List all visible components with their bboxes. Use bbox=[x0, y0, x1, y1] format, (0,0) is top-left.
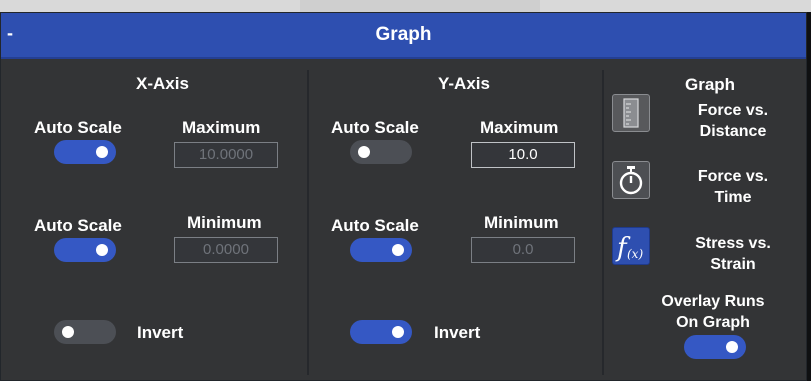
toggle-knob bbox=[726, 341, 738, 353]
x-min-auto-scale-toggle[interactable] bbox=[54, 238, 116, 262]
y-invert-label: Invert bbox=[434, 323, 481, 342]
x-min-auto-scale-label: Auto Scale bbox=[34, 216, 122, 235]
x-invert-label: Invert bbox=[137, 323, 184, 342]
toggle-knob bbox=[96, 146, 108, 158]
y-invert-toggle[interactable] bbox=[350, 320, 412, 344]
stress-vs-strain-label: Stress vs. Strain bbox=[678, 233, 788, 275]
option-line: Force vs. bbox=[697, 168, 769, 185]
x-max-auto-scale-toggle[interactable] bbox=[54, 140, 116, 164]
toggle-knob bbox=[392, 244, 404, 256]
x-axis-heading: X-Axis bbox=[136, 74, 189, 93]
top-window-edge-shade bbox=[300, 0, 540, 12]
toggle-knob bbox=[392, 326, 404, 338]
fx-icon: f (x) bbox=[615, 233, 643, 263]
y-maximum-label: Maximum bbox=[480, 118, 559, 137]
toggle-knob bbox=[358, 146, 370, 158]
overlay-line: On Graph bbox=[676, 314, 750, 331]
y-minimum-field[interactable]: 0.0 bbox=[471, 237, 575, 263]
force-vs-time-label: Force vs. Time bbox=[678, 166, 788, 208]
overlay-runs-toggle[interactable] bbox=[684, 335, 746, 359]
toggle-knob bbox=[62, 326, 74, 338]
stress-vs-strain-button[interactable]: f (x) bbox=[612, 227, 650, 265]
x-maximum-label: Maximum bbox=[182, 118, 261, 137]
ruler-icon bbox=[623, 98, 639, 128]
overlay-runs-label: Overlay Runs On Graph bbox=[633, 291, 793, 333]
x-minimum-field[interactable]: 0.0000 bbox=[174, 237, 278, 263]
x-invert-toggle[interactable] bbox=[54, 320, 116, 344]
column-divider bbox=[307, 70, 309, 375]
option-line: Stress vs. bbox=[695, 235, 771, 252]
panel-title-bar: - Graph bbox=[1, 13, 806, 59]
option-line: Force vs. bbox=[697, 102, 769, 119]
svg-text:(x): (x) bbox=[627, 247, 643, 261]
toggle-knob bbox=[96, 244, 108, 256]
option-line: Strain bbox=[710, 256, 756, 273]
column-divider bbox=[602, 70, 604, 375]
panel-title: Graph bbox=[375, 24, 432, 45]
y-min-auto-scale-label: Auto Scale bbox=[331, 216, 419, 235]
option-line: Time bbox=[714, 189, 752, 206]
option-line: Distance bbox=[699, 123, 767, 140]
y-axis-heading: Y-Axis bbox=[438, 74, 490, 93]
overlay-line: Overlay Runs bbox=[661, 293, 765, 310]
graph-heading: Graph bbox=[685, 75, 736, 94]
x-maximum-field[interactable]: 10.0000 bbox=[174, 142, 278, 168]
stopwatch-icon bbox=[619, 166, 643, 195]
force-vs-distance-button[interactable] bbox=[612, 94, 650, 132]
y-min-auto-scale-toggle[interactable] bbox=[350, 238, 412, 262]
graph-settings-panel: - Graph X-Axis Auto Scale Maximum 10.000… bbox=[0, 12, 807, 381]
x-max-auto-scale-label: Auto Scale bbox=[34, 118, 122, 137]
y-maximum-field[interactable]: 10.0 bbox=[471, 142, 575, 168]
y-max-auto-scale-label: Auto Scale bbox=[331, 118, 419, 137]
force-vs-distance-label: Force vs. Distance bbox=[678, 100, 788, 142]
x-minimum-label: Minimum bbox=[187, 213, 262, 232]
y-minimum-label: Minimum bbox=[484, 213, 559, 232]
y-max-auto-scale-toggle[interactable] bbox=[350, 140, 412, 164]
force-vs-time-button[interactable] bbox=[612, 161, 650, 199]
